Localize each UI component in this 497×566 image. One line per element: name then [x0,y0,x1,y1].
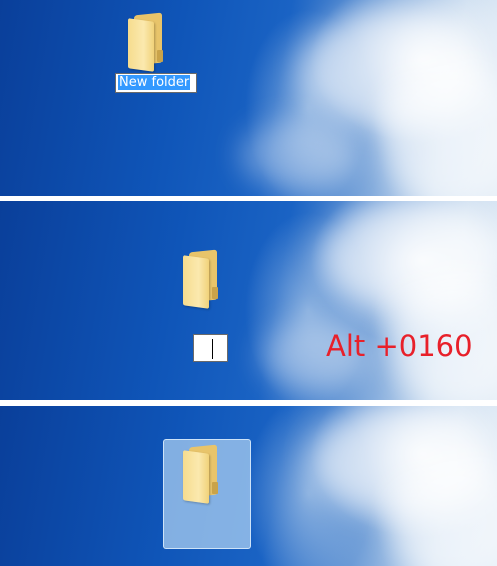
folder-name-input[interactable] [193,334,228,362]
folder-icon[interactable] [183,444,223,504]
desktop-panel-result [0,406,497,566]
desktop-panel-alt-code: Alt +0160 [0,201,497,400]
text-caret [212,339,213,359]
folder-name-input[interactable]: New folder [115,73,197,93]
folder-icon[interactable] [183,249,223,309]
desktop-panel-rename: New folder [0,0,497,196]
folder-icon[interactable] [128,12,168,72]
alt-code-instruction: Alt +0160 [326,329,473,363]
selected-folder-name: New folder [118,75,191,90]
